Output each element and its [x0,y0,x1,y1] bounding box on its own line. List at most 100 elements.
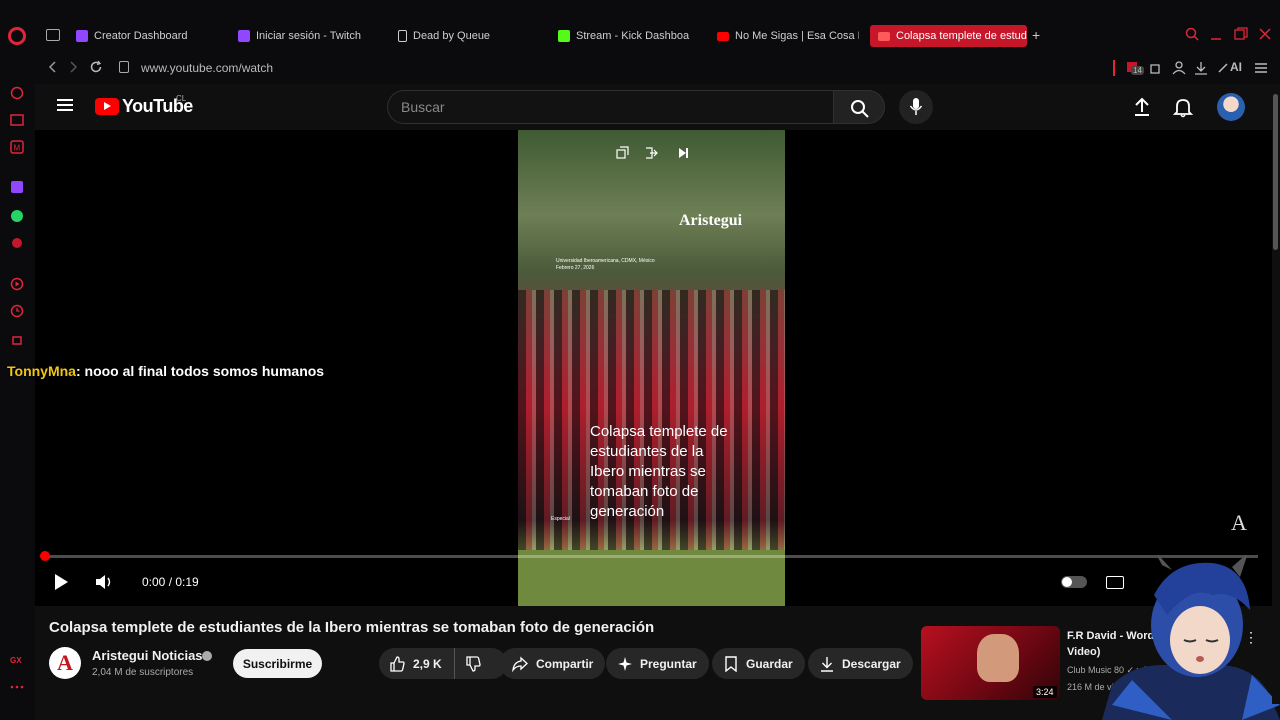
youtube-icon [878,31,890,41]
minimize-icon[interactable] [1210,27,1222,41]
tab-no-me-sigas[interactable]: No Me Sigas | Esa Cosa N [717,25,859,47]
opera-logo-icon[interactable] [8,27,26,45]
bookmark-icon [725,655,737,672]
microphone-icon [909,98,923,115]
share-icon [512,656,528,672]
chat-message: : nooo al final todos somos humanos [75,363,325,379]
sparkle-icon [618,656,632,671]
download-icon [821,656,833,672]
ask-button[interactable]: Preguntar [606,648,709,679]
aristegui-watermark: A [1231,510,1247,535]
share-label: Compartir [536,656,594,671]
twitch-sidebar-icon[interactable] [10,180,24,194]
progress-scrubber[interactable] [40,551,50,561]
divider [1113,60,1115,76]
youtube-logo-icon[interactable] [95,98,119,115]
grass-image [518,550,785,606]
ask-label: Preguntar [640,656,697,671]
autoplay-toggle[interactable] [1061,576,1087,588]
play-button[interactable] [55,574,68,590]
tab-label: No Me Sigas | Esa Cosa N [735,30,859,42]
youtube-icon [717,31,729,41]
progress-bar[interactable] [45,555,1258,558]
page-scrollbar[interactable] [1273,94,1278,250]
forward-icon[interactable] [69,60,79,74]
tab-kick-dashboard[interactable]: Stream - Kick Dashboa [558,25,700,47]
save-button[interactable]: Guardar [712,648,805,679]
twitch-icon [238,30,250,42]
date-line: Febrero 27, 2026 [556,265,595,271]
player-icon[interactable] [10,277,24,291]
thumbnail-face [977,634,1019,682]
like-count: 2,9 K [413,656,442,671]
svg-text:GX: GX [10,656,22,665]
like-dislike-group: 2,9 K [379,648,507,679]
user-avatar[interactable] [1217,93,1245,121]
popout-icon[interactable] [615,146,629,160]
search-tabs-icon[interactable] [1185,27,1199,41]
notifications-bell-icon[interactable] [1172,96,1194,118]
whatsapp-icon[interactable] [10,209,24,223]
vtuber-avatar-overlay [1102,555,1280,720]
gx-icon[interactable]: GX [10,652,24,666]
share-button[interactable]: Compartir [500,648,606,679]
tab-colapsa-templete-active[interactable]: Colapsa templete de estud [870,25,1027,47]
video-frame: Aristegui Universidad Iberoamericana, CD… [518,130,785,606]
ai-icon[interactable] [1217,60,1229,76]
upload-icon[interactable] [1131,96,1153,118]
tab-label: Stream - Kick Dashboa [576,30,690,42]
voice-search-button[interactable] [899,90,933,124]
puzzle-icon[interactable] [1148,60,1164,76]
photo-credit: Especial [551,516,570,522]
search-box [387,90,834,124]
video-player[interactable]: Aristegui Universidad Iberoamericana, CD… [7,130,1272,606]
channel-name[interactable]: Aristegui Noticias [92,648,203,663]
tab-menu-icon[interactable] [46,29,60,41]
extensions-icon[interactable] [10,332,24,346]
restore-icon[interactable] [1234,27,1248,41]
extension-icon[interactable] [10,236,24,250]
recommended-duration: 3:24 [1033,686,1057,698]
thumbs-down-icon [466,655,481,672]
hamburger-menu-icon[interactable] [57,99,73,111]
download-button[interactable]: Descargar [808,648,913,679]
new-tab-button[interactable]: + [1032,27,1040,43]
search-input[interactable] [388,91,833,123]
download-icon[interactable] [1193,60,1209,76]
menu-icon[interactable] [1254,60,1268,76]
volume-icon[interactable] [95,574,113,590]
speed-dial-icon[interactable] [10,86,24,100]
channel-avatar[interactable]: A [49,647,81,679]
back-icon[interactable] [47,60,57,74]
like-button[interactable]: 2,9 K [379,648,455,679]
location-line: Universidad Iberoamericana, CDMX, México [556,258,655,264]
exit-icon[interactable] [644,146,658,160]
tab-label: Colapsa templete de estud [896,30,1027,42]
tab-dead-by-queue[interactable]: Dead by Queue [398,25,548,47]
subscribe-button[interactable]: Suscribirme [233,649,322,678]
browser-tab-bar: Creator Dashboard Iniciar sesión - Twitc… [0,0,1280,52]
aristegui-brand: Aristegui [679,212,743,229]
chat-overlay: TonnyMna: nooo al final todos somos huma… [7,363,324,379]
reload-icon[interactable] [89,60,103,74]
document-icon [398,30,407,42]
location-text: Universidad Iberoamericana, CDMX, México… [556,258,655,272]
news-icon[interactable] [10,113,24,127]
dislike-button[interactable] [455,648,491,679]
url-field[interactable]: www.youtube.com/watch [141,61,273,75]
ai-label[interactable]: AI [1230,60,1242,74]
svg-text:M: M [14,144,21,153]
tab-iniciar-sesion-twitch[interactable]: Iniciar sesión - Twitch [238,25,388,47]
tab-creator-dashboard[interactable]: Creator Dashboard [76,25,226,47]
more-icon[interactable] [10,680,24,694]
profile-icon[interactable] [1171,60,1187,76]
lock-icon[interactable] [119,61,129,73]
search-button[interactable] [833,90,885,124]
skip-next-icon[interactable] [676,146,690,160]
close-window-icon[interactable] [1259,27,1271,41]
tab-label: Creator Dashboard [94,30,188,42]
youtube-header: YouTube CL [35,84,1272,130]
video-title: Colapsa templete de estudiantes de la Ib… [49,619,655,636]
mail-icon[interactable]: M [10,140,24,154]
history-icon[interactable] [10,304,24,318]
